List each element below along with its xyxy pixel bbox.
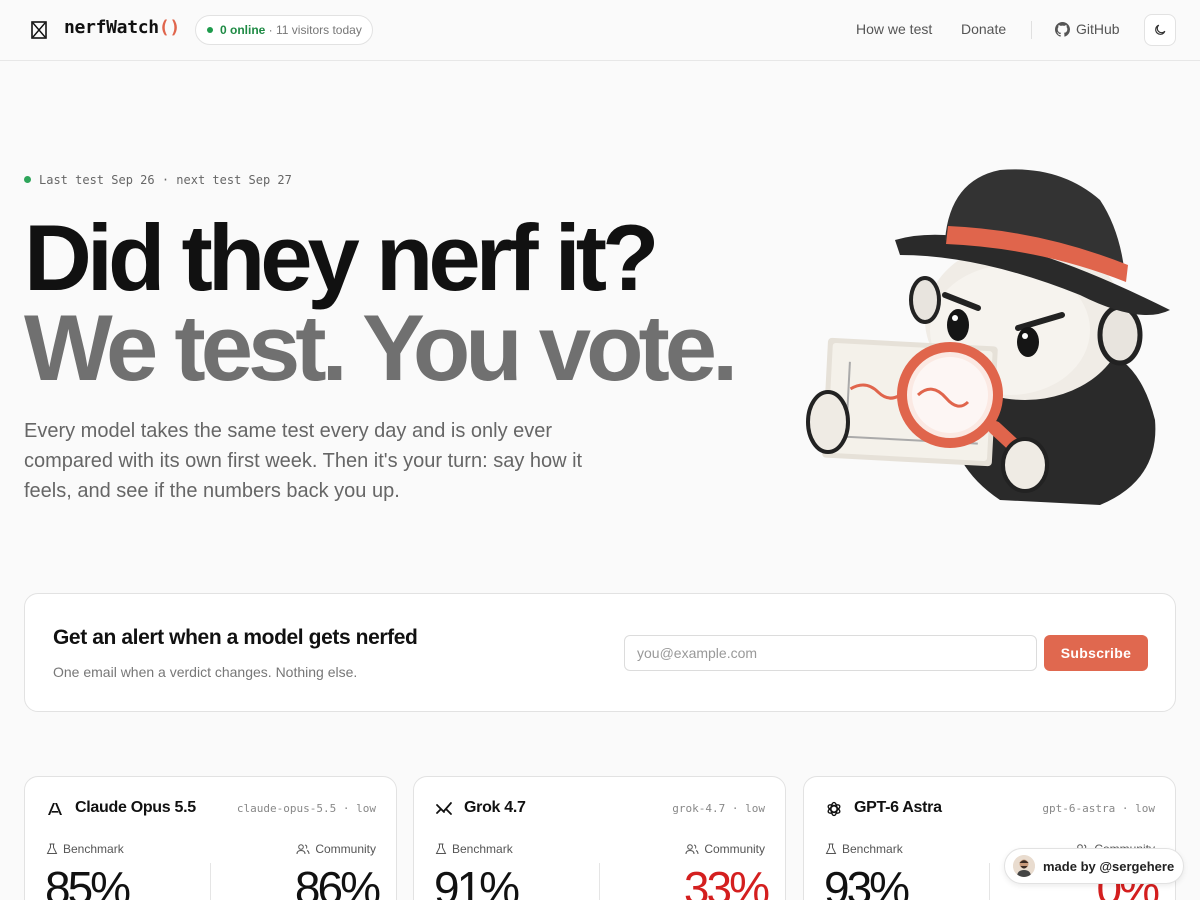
detective-robot-mascot [806, 169, 1170, 505]
community-label-text: Community [315, 842, 376, 856]
community-label: Community [296, 842, 376, 856]
model-id: gpt-6-astra · low [1042, 802, 1155, 815]
online-count: 0 online [220, 23, 266, 37]
model-name: GPT-6 Astra [854, 799, 942, 816]
card-divider [989, 863, 990, 900]
users-icon [685, 844, 699, 855]
benchmark-label: Benchmark [46, 842, 124, 856]
online-status-pill: 0 online · 11 visitors today [195, 15, 373, 45]
model-name: Grok 4.7 [464, 799, 526, 816]
status-dot [24, 176, 31, 183]
benchmark-value: 93% [824, 862, 910, 900]
model-name: Claude Opus 5.5 [75, 799, 196, 816]
nav-github[interactable]: GitHub [1055, 21, 1120, 37]
model-card-claude-opus[interactable]: Claude Opus 5.5 claude-opus-5.5 · low Be… [24, 776, 397, 900]
avatar [1013, 855, 1035, 877]
hero-description: Every model takes the same test every da… [24, 420, 583, 502]
community-label: Community [685, 842, 765, 856]
test-schedule-status: Last test Sep 26 · next test Sep 27 [24, 173, 292, 187]
github-label: GitHub [1076, 21, 1120, 37]
logo-name: nerfWatch [64, 17, 159, 38]
theme-toggle-button[interactable] [1144, 14, 1176, 46]
nav-how-we-test[interactable]: How we test [856, 21, 932, 37]
flask-icon [46, 843, 58, 854]
github-icon [1055, 21, 1070, 37]
nav-divider [1031, 21, 1032, 39]
hourglass-icon[interactable] [31, 21, 47, 39]
flask-icon [435, 843, 447, 854]
benchmark-label-text: Benchmark [63, 842, 124, 856]
nav-donate[interactable]: Donate [961, 21, 1006, 37]
email-input[interactable] [624, 635, 1037, 671]
flask-icon [825, 843, 837, 854]
headline-secondary: We test. You vote. [24, 295, 738, 400]
model-card-grok[interactable]: Grok 4.7 grok-4.7 · low Benchmark Commun… [413, 776, 786, 900]
benchmark-value: 85% [45, 862, 131, 900]
online-dot [207, 27, 213, 33]
openai-icon [827, 801, 841, 817]
anthropic-icon [48, 803, 62, 815]
benchmark-label-text: Benchmark [452, 842, 513, 856]
made-by-badge[interactable]: made by @sergehere [1004, 848, 1184, 884]
community-label-text: Community [704, 842, 765, 856]
logo-parens: () [158, 17, 180, 38]
alert-subtitle: One email when a verdict changes. Nothin… [53, 664, 358, 680]
benchmark-value: 91% [434, 862, 520, 900]
benchmark-label-text: Benchmark [842, 842, 903, 856]
card-divider [599, 863, 600, 900]
model-id: claude-opus-5.5 · low [236, 802, 376, 815]
model-id: grok-4.7 · low [672, 802, 765, 815]
benchmark-label: Benchmark [825, 842, 903, 856]
community-value: 86% [294, 862, 381, 900]
community-value: 33% [683, 862, 770, 900]
card-divider [210, 863, 211, 900]
users-icon [296, 844, 310, 855]
alert-signup-card: Get an alert when a model gets nerfed On… [24, 593, 1176, 712]
headline-primary: Did they nerf it? [24, 205, 659, 310]
site-logo[interactable]: nerfWatch() [64, 17, 180, 38]
benchmark-label: Benchmark [435, 842, 513, 856]
visitors-today: · 11 visitors today [265, 23, 362, 37]
subscribe-button[interactable]: Subscribe [1044, 635, 1148, 671]
xai-icon [436, 802, 452, 815]
test-schedule-text: Last test Sep 26 · next test Sep 27 [39, 173, 292, 187]
made-by-text: made by @sergehere [1043, 858, 1175, 874]
moon-icon [1155, 24, 1166, 35]
alert-title: Get an alert when a model gets nerfed [53, 626, 418, 649]
site-header: nerfWatch() 0 online · 11 visitors today… [0, 0, 1200, 61]
